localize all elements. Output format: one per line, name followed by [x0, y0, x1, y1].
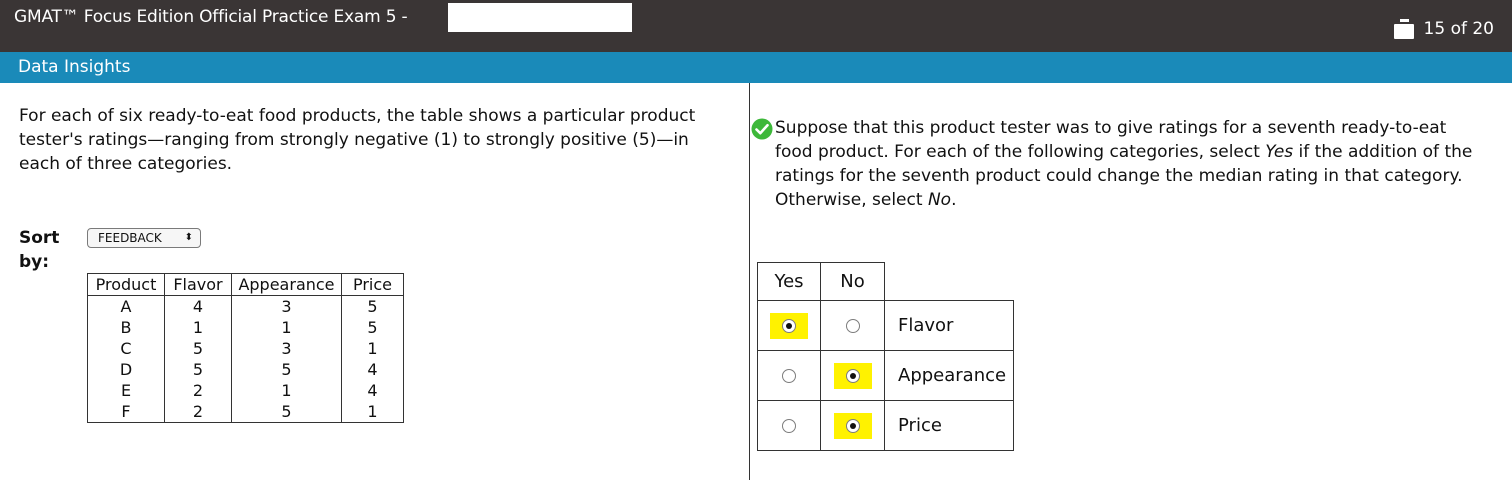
sort-selected-value: FEEDBACK [98, 231, 162, 245]
question-list-icon[interactable] [1393, 19, 1414, 39]
answer-row-appearance: Appearance [757, 350, 1014, 401]
question-part: . [951, 190, 957, 210]
table-header-row: Product Flavor Appearance Price [87, 273, 404, 296]
table-cell: 1 [231, 317, 342, 338]
radio-yes-appearance[interactable] [770, 363, 808, 389]
radio-selected-icon [845, 418, 860, 433]
yes-cell [757, 350, 821, 401]
radio-yes-flavor[interactable] [770, 312, 808, 339]
column-header[interactable]: Appearance [231, 273, 342, 296]
table-cell: 5 [341, 317, 404, 338]
table-cell: 1 [341, 338, 404, 359]
table-cell: 3 [231, 295, 342, 317]
table-row: E214 [87, 380, 404, 401]
question-progress[interactable]: 15 of 20 [1393, 19, 1494, 39]
answer-table: Yes No Flavor Appearance Price [757, 262, 1014, 451]
question-yes-term: Yes [1265, 142, 1294, 162]
table-cell: 1 [164, 317, 232, 338]
category-label: Appearance [884, 350, 1014, 401]
progress-text: 15 of 20 [1423, 19, 1494, 39]
category-label: Flavor [884, 300, 1014, 351]
answer-row-flavor: Flavor [757, 300, 1014, 351]
yes-cell [757, 400, 821, 451]
table-row: A435 [87, 295, 404, 317]
category-column-header [884, 262, 1014, 301]
no-column-header: No [820, 262, 885, 301]
table-cell: 4 [341, 380, 404, 401]
question-text: Suppose that this product tester was to … [775, 116, 1485, 212]
radio-no-appearance[interactable] [833, 362, 872, 389]
radio-no-flavor[interactable] [834, 313, 872, 339]
table-cell: D [87, 359, 165, 380]
pane-divider [749, 83, 750, 480]
table-cell: 5 [164, 359, 232, 380]
table-cell: 1 [341, 401, 404, 423]
radio-no-price[interactable] [833, 412, 872, 439]
stimulus-text: For each of six ready-to-eat food produc… [19, 106, 696, 174]
no-cell [820, 400, 885, 451]
redacted-field [448, 3, 632, 32]
radio-selected-icon [782, 318, 796, 333]
table-cell: 3 [231, 338, 342, 359]
correct-check-icon [751, 118, 773, 140]
table-cell: 1 [231, 380, 342, 401]
table-row: B115 [87, 317, 404, 338]
table-cell: 4 [164, 295, 232, 317]
section-bar: Data Insights [0, 52, 1512, 83]
table-cell: 5 [231, 401, 342, 423]
table-row: D554 [87, 359, 404, 380]
category-label: Price [884, 400, 1014, 451]
table-cell: 5 [231, 359, 342, 380]
column-header[interactable]: Price [341, 273, 404, 296]
table-cell: F [87, 401, 165, 423]
table-cell: 2 [164, 380, 232, 401]
exam-title: GMAT™ Focus Edition Official Practice Ex… [14, 7, 408, 27]
sort-label: Sort by: [19, 228, 60, 272]
no-cell [820, 300, 885, 351]
table-cell: E [87, 380, 165, 401]
radio-yes-price[interactable] [770, 413, 808, 439]
table-cell: 5 [341, 295, 404, 317]
no-cell [820, 350, 885, 401]
radio-unselected-icon [845, 318, 860, 333]
yes-column-header: Yes [757, 262, 821, 301]
table-cell: 2 [164, 401, 232, 423]
table-cell: B [87, 317, 165, 338]
column-header[interactable]: Product [87, 273, 165, 296]
table-cell: C [87, 338, 165, 359]
column-header[interactable]: Flavor [164, 273, 232, 296]
table-cell: 4 [341, 359, 404, 380]
question-no-term: No [927, 190, 952, 210]
table-row: C531 [87, 338, 404, 359]
top-bar: GMAT™ Focus Edition Official Practice Ex… [0, 0, 1512, 52]
table-row: F251 [87, 401, 404, 423]
table-cell: 5 [164, 338, 232, 359]
radio-selected-icon [845, 368, 860, 383]
radio-unselected-icon [782, 418, 796, 433]
answer-header-row: Yes No [757, 262, 1014, 301]
ratings-table: Product Flavor Appearance Price A435 B11… [87, 273, 404, 423]
section-title: Data Insights [18, 57, 131, 77]
table-cell: A [87, 295, 165, 317]
sort-dropdown[interactable]: FEEDBACK ⬍ [87, 228, 201, 248]
up-down-arrows-icon: ⬍ [184, 232, 193, 243]
answer-row-price: Price [757, 400, 1014, 451]
radio-unselected-icon [782, 368, 796, 383]
yes-cell [757, 300, 821, 351]
